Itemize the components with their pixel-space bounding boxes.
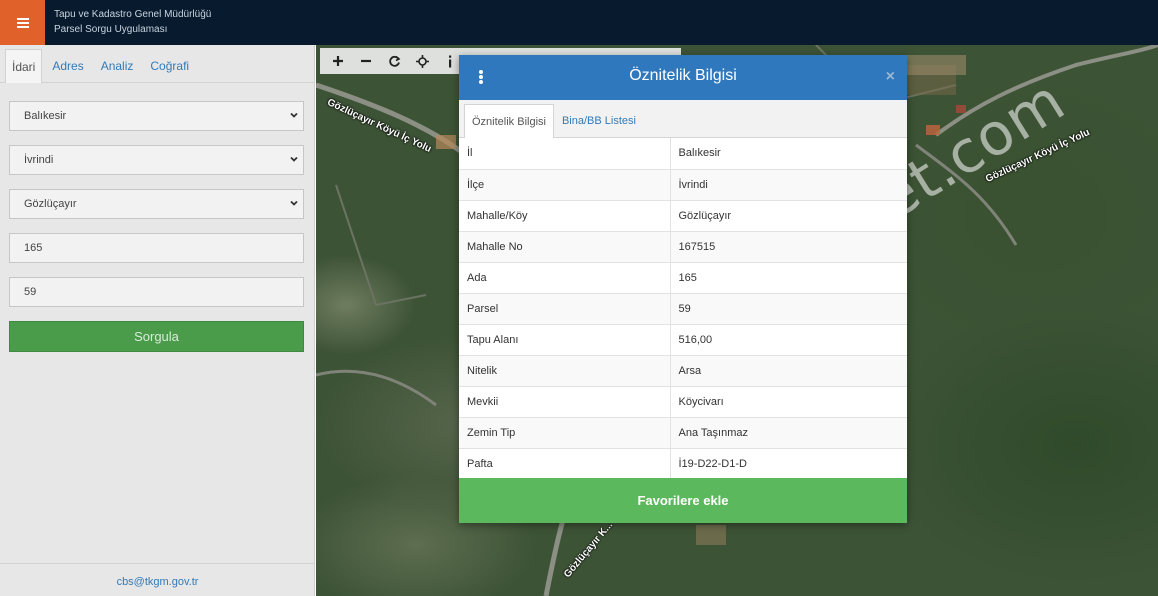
footer-divider: [0, 563, 315, 564]
ilce-select-value: İvrindi: [24, 154, 54, 166]
zoom-out-button[interactable]: [352, 48, 380, 74]
close-button[interactable]: ×: [886, 68, 895, 86]
tab-idari[interactable]: İdari: [5, 49, 43, 83]
ilce-select[interactable]: İvrindi: [9, 145, 304, 175]
sidebar-tabs: İdari Adres Analiz Coğrafi: [0, 45, 314, 83]
app-title-line1: Tapu ve Kadastro Genel Müdürlüğü: [54, 9, 212, 20]
parsel-input-value: 59: [24, 286, 37, 298]
tab-adres[interactable]: Adres: [45, 49, 90, 82]
info-icon: [449, 55, 452, 67]
attr-key: İl: [459, 138, 671, 170]
menu-button[interactable]: [0, 0, 45, 45]
attribute-modal: Öznitelik Bilgisi × Öznitelik Bilgisi Bi…: [459, 55, 907, 523]
modal-title: Öznitelik Bilgisi: [629, 67, 737, 84]
tab-oznitelik-bilgisi[interactable]: Öznitelik Bilgisi: [464, 104, 554, 138]
attr-key: Nitelik: [459, 355, 671, 387]
table-row: İlçe İvrindi: [459, 169, 907, 201]
zoom-in-button[interactable]: [324, 48, 352, 74]
attr-value: 516,00: [670, 324, 907, 356]
attr-key: Zemin Tip: [459, 417, 671, 449]
refresh-button[interactable]: [380, 48, 408, 74]
tab-bina-bb-listesi[interactable]: Bina/BB Listesi: [554, 104, 644, 137]
attr-key: Pafta: [459, 448, 671, 480]
table-row: Zemin Tip Ana Taşınmaz: [459, 417, 907, 449]
tab-cografi[interactable]: Coğrafi: [143, 49, 196, 82]
chevron-down-icon: [290, 200, 298, 206]
plus-icon: [333, 56, 343, 66]
table-row: Tapu Alanı 516,00: [459, 324, 907, 356]
il-select-value: Balıkesir: [24, 110, 67, 122]
attr-value: Gözlüçayır: [670, 200, 907, 232]
mahalle-select[interactable]: Gözlüçayır: [9, 189, 304, 219]
sidebar: İdari Adres Analiz Coğrafi Balıkesir İvr…: [0, 45, 315, 596]
attr-key: Mahalle No: [459, 231, 671, 263]
attr-key: Parsel: [459, 293, 671, 325]
table-row: Parsel 59: [459, 293, 907, 325]
chevron-down-icon: [290, 156, 298, 162]
attr-value: Köycivarı: [670, 386, 907, 418]
table-row: Nitelik Arsa: [459, 355, 907, 387]
tab-analiz[interactable]: Analiz: [94, 49, 141, 82]
attr-value: 59: [670, 293, 907, 325]
attr-key: İlçe: [459, 169, 671, 201]
chevron-down-icon: [290, 112, 298, 118]
il-select[interactable]: Balıkesir: [9, 101, 304, 131]
table-row: İl Balıkesir: [459, 138, 907, 170]
attribute-table: İl Balıkesir İlçe İvrindi Mahalle/Köy Gözlü…: [459, 138, 907, 480]
attr-value: Arsa: [670, 355, 907, 387]
attr-value: 167515: [670, 231, 907, 263]
refresh-icon: [388, 55, 400, 67]
attr-value: Ana Taşınmaz: [670, 417, 907, 449]
attr-key: Ada: [459, 262, 671, 294]
table-row: Ada 165: [459, 262, 907, 294]
table-row: Pafta İ19-D22-D1-D: [459, 448, 907, 480]
add-favorite-button[interactable]: Favorilere ekle: [459, 478, 907, 523]
crosshair-icon: [415, 54, 429, 68]
attr-key: Mevkii: [459, 386, 671, 418]
ada-input-value: 165: [24, 242, 43, 254]
query-form: Balıkesir İvrindi Gözlüçayır 165 59 Sorg…: [0, 83, 314, 352]
attr-key: Mahalle/Köy: [459, 200, 671, 232]
ada-input[interactable]: 165: [9, 233, 304, 263]
parsel-input[interactable]: 59: [9, 277, 304, 307]
modal-header: Öznitelik Bilgisi ×: [459, 55, 907, 100]
top-bar: Tapu ve Kadastro Genel Müdürlüğü Parsel …: [0, 0, 1158, 45]
mahalle-select-value: Gözlüçayır: [24, 198, 77, 210]
table-row: Mahalle No 167515: [459, 231, 907, 263]
attr-value: Balıkesir: [670, 138, 907, 170]
modal-tabs: Öznitelik Bilgisi Bina/BB Listesi: [459, 100, 907, 138]
locate-button[interactable]: [408, 48, 436, 74]
table-row: Mevkii Köycivarı: [459, 386, 907, 418]
minus-icon: [361, 59, 371, 63]
app-title: Tapu ve Kadastro Genel Müdürlüğü Parsel …: [54, 7, 211, 37]
attr-value: İ19-D22-D1-D: [670, 448, 907, 480]
attr-key: Tapu Alanı: [459, 324, 671, 356]
hamburger-icon: [16, 17, 29, 28]
app-title-line2: Parsel Sorgu Uygulaması: [54, 24, 168, 35]
sorgula-button[interactable]: Sorgula: [9, 321, 304, 352]
contact-email-link[interactable]: cbs@tkgm.gov.tr: [0, 576, 315, 588]
attr-value: 165: [670, 262, 907, 294]
attr-value: İvrindi: [670, 169, 907, 201]
table-row: Mahalle/Köy Gözlüçayır: [459, 200, 907, 232]
